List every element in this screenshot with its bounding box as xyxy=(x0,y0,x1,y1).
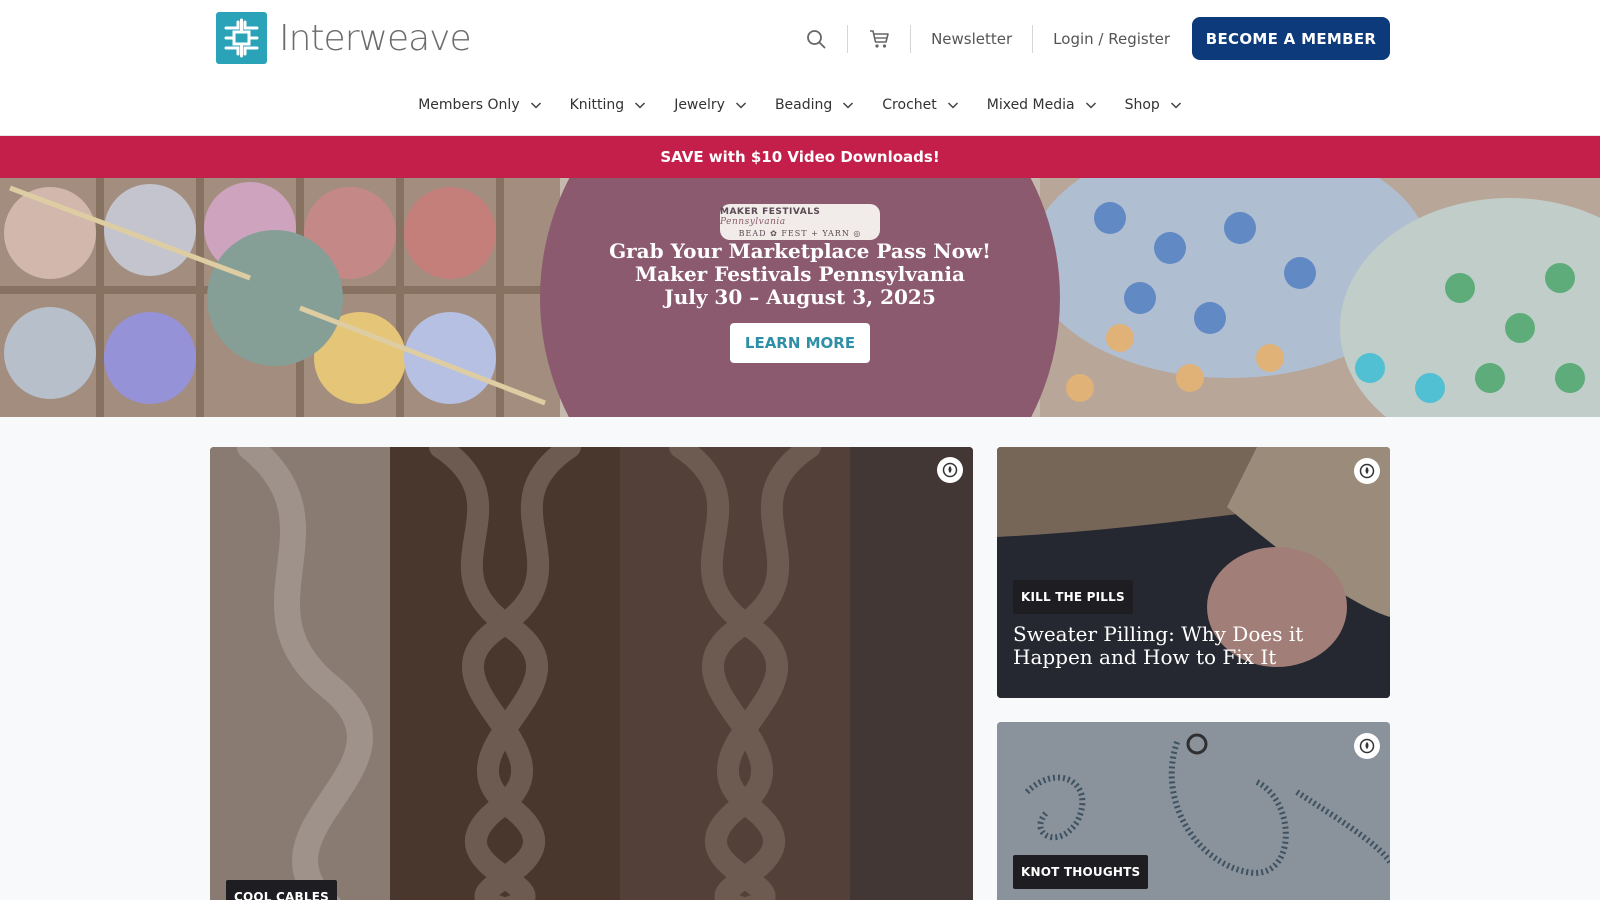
fest-logo-script: Pennsylvania xyxy=(720,216,786,227)
nav-item-shop[interactable]: Shop xyxy=(1111,92,1196,118)
main-nav: Members Only Knitting Jewelry Beading Cr… xyxy=(0,92,1600,118)
chevron-down-icon xyxy=(842,99,854,111)
search-icon[interactable] xyxy=(805,28,827,50)
nav-item-label: Jewelry xyxy=(674,97,725,113)
utility-nav: Newsletter Login / Register BECOME A MEM… xyxy=(805,17,1390,60)
interweave-logo-icon xyxy=(216,12,267,64)
divider xyxy=(847,24,849,53)
category-tag[interactable]: COOL CABLES xyxy=(226,880,337,900)
nav-item-label: Mixed Media xyxy=(986,97,1075,113)
nav-item-label: Crochet xyxy=(882,97,937,113)
become-member-button[interactable]: BECOME A MEMBER xyxy=(1192,17,1390,60)
maker-festivals-logo: MAKER FESTIVALS Pennsylvania BEAD ✿ FEST… xyxy=(720,204,880,240)
promo-banner[interactable]: SAVE with $10 Video Downloads! xyxy=(0,136,1600,178)
fest-logo-bottom: BEAD ✿ FEST + YARN ◎ xyxy=(738,228,862,238)
chevron-down-icon xyxy=(947,99,959,111)
hero-headline: Grab Your Marketplace Pass Now! xyxy=(609,239,991,263)
hero-banner: MAKER FESTIVALS Pennsylvania BEAD ✿ FEST… xyxy=(0,178,1600,417)
hero-subheadline: Maker Festivals Pennsylvania xyxy=(635,262,965,286)
site-header: Interweave Newsletter Login / Register B… xyxy=(0,0,1600,136)
nav-item-mixed-media[interactable]: Mixed Media xyxy=(973,92,1111,118)
article-title[interactable]: Sweater Pilling: Why Does it Happen and … xyxy=(1013,623,1333,669)
article-card-sweater-pilling[interactable]: KILL THE PILLS Sweater Pilling: Why Does… xyxy=(997,447,1390,698)
site-logo[interactable]: Interweave xyxy=(216,12,472,64)
hero-dates: July 30 – August 3, 2025 xyxy=(664,285,936,309)
nav-item-beading[interactable]: Beading xyxy=(761,92,868,118)
nav-item-crochet[interactable]: Crochet xyxy=(868,92,972,118)
nav-item-label: Members Only xyxy=(418,97,520,113)
nav-item-label: Beading xyxy=(774,97,833,113)
fest-logo-top: MAKER FESTIVALS xyxy=(720,206,821,217)
article-card-cool-cables[interactable]: COOL CABLES xyxy=(210,447,973,900)
category-tag[interactable]: KNOT THOUGHTS xyxy=(1013,855,1149,889)
newsletter-link[interactable]: Newsletter xyxy=(931,30,1012,48)
chevron-down-icon xyxy=(1085,99,1097,111)
chevron-down-icon xyxy=(1170,99,1182,111)
bookmark-icon[interactable] xyxy=(1354,458,1380,484)
hero-content: MAKER FESTIVALS Pennsylvania BEAD ✿ FEST… xyxy=(540,178,1060,417)
nav-item-label: Knitting xyxy=(569,97,625,113)
nav-item-knitting[interactable]: Knitting xyxy=(556,92,661,118)
chevron-down-icon xyxy=(530,99,542,111)
nav-item-members-only[interactable]: Members Only xyxy=(404,92,555,118)
divider xyxy=(1032,24,1034,53)
bookmark-icon[interactable] xyxy=(937,457,963,483)
card-overlay xyxy=(210,447,973,900)
logo-wordmark: Interweave xyxy=(279,17,472,59)
cart-icon[interactable] xyxy=(868,28,890,50)
chevron-down-icon xyxy=(735,99,747,111)
category-tag[interactable]: KILL THE PILLS xyxy=(1013,580,1133,614)
article-card-knot-thoughts[interactable]: KNOT THOUGHTS xyxy=(997,722,1390,900)
chevron-down-icon xyxy=(634,99,646,111)
login-register-link[interactable]: Login / Register xyxy=(1053,30,1170,48)
bookmark-icon[interactable] xyxy=(1354,733,1380,759)
nav-item-jewelry[interactable]: Jewelry xyxy=(660,92,761,118)
nav-item-label: Shop xyxy=(1124,97,1160,113)
learn-more-button[interactable]: LEARN MORE xyxy=(730,323,870,363)
divider xyxy=(910,24,912,53)
